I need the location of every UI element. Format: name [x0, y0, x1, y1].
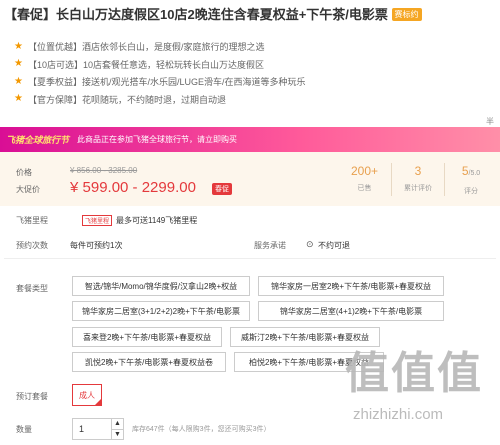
- package-option[interactable]: 锦华家房一居室2晚+下午茶/电影票+春夏权益: [258, 276, 444, 296]
- booking-label: 预订套餐: [16, 392, 48, 401]
- promo-price: ¥ 599.00 - 2299.00: [70, 179, 196, 196]
- promo-price-label: 大促价: [16, 185, 40, 194]
- feature-list: ★ 【位置优越】酒店依邻长白山，是度假/家庭旅行的理想之选 ★ 【10店可选】10店…: [14, 38, 306, 108]
- stat-value: 200+: [350, 164, 379, 178]
- package-option[interactable]: 智选/锦华/Momo/锦华度假/汉拿山2晚+权益: [72, 276, 250, 296]
- stock-info: 库存647件（每人限购3件，您还可购买3件）: [132, 426, 271, 433]
- stat-label: 评分: [464, 188, 478, 195]
- miles-text: 最多可送1149飞猪里程: [116, 216, 198, 225]
- feature-item: ★ 【10店可选】10店套餐任意选，轻松玩转长白山万达度假区: [14, 56, 306, 74]
- appointments-label: 预约次数: [16, 241, 48, 250]
- star-icon: ★: [14, 58, 23, 70]
- promo-logo: 飞猪全球旅行节: [6, 135, 70, 145]
- quantity-input[interactable]: 1: [72, 418, 112, 440]
- divider: [4, 258, 496, 259]
- price-panel: 价格 ¥ 856.00 - 3285.00 大促价 ¥ 599.00 - 229…: [0, 152, 500, 206]
- price-label: 价格: [16, 168, 32, 177]
- service-value: 不约可退: [318, 241, 350, 250]
- stepper-up-icon[interactable]: ▲: [112, 419, 123, 429]
- watermark-logo: 值值值: [345, 349, 483, 398]
- stat-label: 累计评价: [404, 185, 432, 192]
- package-option[interactable]: 锦华家房二居室(3+1/2+2)2晚+下午茶/电影票: [72, 301, 250, 321]
- appointments-value: 每件可预约1次: [70, 241, 123, 250]
- watermark-url: zhizhizhi.com: [353, 406, 444, 423]
- star-icon: ★: [14, 40, 23, 52]
- stepper-down-icon[interactable]: ▼: [112, 428, 123, 440]
- feature-text: 【位置优越】酒店依邻长白山，是度假/家庭旅行的理想之选: [28, 42, 265, 53]
- clock-icon: ⊙: [306, 239, 314, 249]
- booking-option-adult[interactable]: 成人: [72, 384, 102, 406]
- watermark: 值值值 zhizhizhi.com: [345, 349, 483, 424]
- miles-row: 飞猪里程 飞猪里程 最多可送1149飞猪里程: [16, 215, 197, 226]
- product-title: 【春促】长白山万达度假区10店2晚连住含春夏权益+下午茶/电影票 赛标约: [4, 6, 496, 24]
- stat-suffix: /5.0: [468, 170, 481, 177]
- package-option[interactable]: 锦华家房二居室(4+1)2晚+下午茶/电影票: [258, 301, 444, 321]
- original-price: ¥ 856.00 - 3285.00: [70, 166, 138, 175]
- quantity-label: 数量: [16, 425, 32, 434]
- appointments-row: 预约次数 每件可预约1次: [16, 240, 122, 251]
- feature-text: 【夏季权益】接送机/观光搭车/水乐园/LUGE滑车/在西海道等多种玩乐: [28, 77, 306, 88]
- promo-banner: 飞猪全球旅行节 此商品正在参加飞猪全球旅行节，请立即购买: [0, 127, 500, 152]
- star-icon: ★: [14, 75, 23, 87]
- feature-text: 【10店可选】10店套餐任意选，轻松玩转长白山万达度假区: [28, 59, 265, 70]
- feature-item: ★ 【位置优越】酒店依邻长白山，是度假/家庭旅行的理想之选: [14, 38, 306, 56]
- title-text: 长白山万达度假区10店2晚连住含春夏权益+下午茶/电影票: [56, 7, 388, 22]
- package-option[interactable]: 威斯汀2晚+下午茶/电影票+春夏权益: [230, 327, 380, 347]
- feature-item: ★ 【夏季权益】接送机/观光搭车/水乐园/LUGE滑车/在西海道等多种玩乐: [14, 73, 306, 91]
- quantity-stepper[interactable]: ▲ ▼: [112, 418, 124, 440]
- package-option[interactable]: 凯悦2晚+下午茶/电影票+春夏权益卷: [72, 352, 226, 372]
- feature-text: 【官方保障】花呗随玩，不约随时退，过期自动退: [28, 94, 227, 105]
- miles-label: 飞猪里程: [16, 216, 48, 225]
- package-label: 套餐类型: [16, 284, 48, 293]
- promo-text: 此商品正在参加飞猪全球旅行节，请立即购买: [77, 135, 238, 144]
- stat-label: 已售: [357, 185, 372, 192]
- title-prefix: 【春促】: [4, 7, 57, 22]
- stat-value: 5: [461, 164, 469, 178]
- stat-reviews[interactable]: 3 累计评价: [391, 163, 444, 196]
- miles-tag: 飞猪里程: [82, 215, 113, 226]
- stats-group: 200+ 已售 3 累计评价 5/5.0 评分: [338, 163, 497, 196]
- stat-rating: 5/5.0 评分: [444, 163, 497, 196]
- package-option[interactable]: 喜来登2晚+下午茶/电影票+春夏权益: [72, 327, 222, 347]
- stat-sold: 200+ 已售: [338, 163, 391, 196]
- stat-value: 3: [414, 164, 422, 178]
- star-icon: ★: [14, 93, 23, 105]
- feature-item: ★ 【官方保障】花呗随玩，不约随时退，过期自动退: [14, 91, 306, 109]
- service-label: 服务承诺: [254, 241, 286, 250]
- title-badge: 赛标约: [391, 8, 422, 21]
- promo-tag: 春促: [212, 183, 232, 195]
